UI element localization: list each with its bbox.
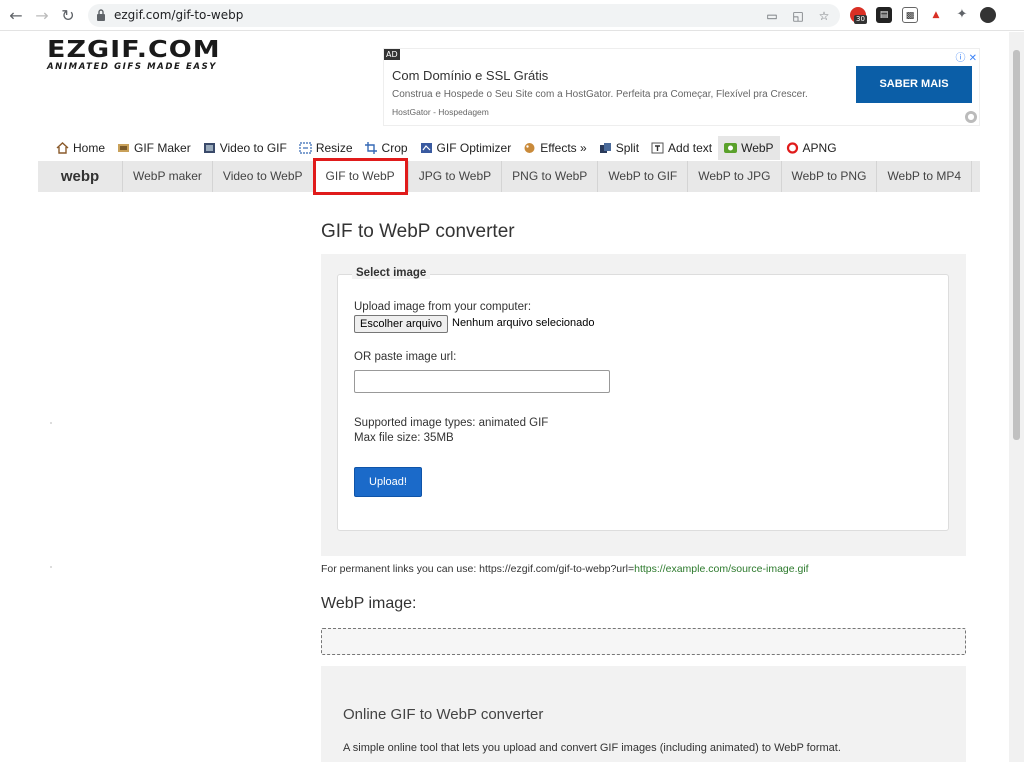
tab-webp-to-mp4[interactable]: WebP to MP4 <box>876 161 973 192</box>
webp-brand-text: webp <box>60 168 100 185</box>
info-text: A simple online tool that lets you uploa… <box>343 742 841 754</box>
permanent-link-example: https://example.com/source-image.gif <box>634 563 809 575</box>
nav-item-label: APNG <box>802 141 837 155</box>
bookmark-star-icon[interactable]: ☆ <box>816 8 832 24</box>
gif-maker-icon <box>118 144 130 152</box>
scrollbar-thumb[interactable] <box>1013 50 1020 440</box>
nav-item-label: Effects » <box>540 141 587 155</box>
nav-item-effects[interactable]: Effects » <box>517 136 592 160</box>
news-extension-icon[interactable]: ▤ <box>876 7 892 23</box>
qr-extension-icon[interactable]: ▩ <box>902 7 918 23</box>
lock-icon <box>97 9 105 21</box>
nav-item-label: Add text <box>668 141 713 155</box>
nav-item-label: GIF Optimizer <box>436 141 512 155</box>
ad-info-icon[interactable]: ● <box>965 111 977 123</box>
text-icon <box>651 142 664 154</box>
info-heading: Online GIF to WebP converter <box>343 706 544 723</box>
logo-tagline: ANIMATED GIFS MADE EASY <box>47 62 218 72</box>
tab-gif-to-webp[interactable]: GIF to WebP <box>312 158 408 195</box>
nav-item-label: Split <box>615 141 640 155</box>
main-nav: Home GIF Maker Video to GIF Resize Crop … <box>50 136 843 160</box>
nav-item-label: GIF Maker <box>134 141 191 155</box>
film-icon <box>203 143 215 153</box>
nav-item-home[interactable]: Home <box>50 136 111 160</box>
site-logo[interactable]: EZGIF.COM ANIMATED GIFS MADE EASY <box>47 36 221 72</box>
nav-item-video-to-gif[interactable]: Video to GIF <box>197 136 293 160</box>
optimizer-icon <box>420 143 432 153</box>
nav-item-webp[interactable]: WebP <box>718 136 780 160</box>
supported-types: Supported image types: animated GIF <box>354 417 549 429</box>
nav-item-apng[interactable]: APNG <box>780 136 843 160</box>
nav-item-resize[interactable]: Resize <box>293 136 359 160</box>
cast-icon[interactable]: ▭ <box>764 8 780 24</box>
url-text: ezgif.com/gif-to-webp <box>114 8 244 22</box>
upload-button[interactable]: Upload! <box>354 467 422 497</box>
forward-icon[interactable]: → <box>32 6 52 26</box>
url-label: OR paste image url: <box>354 351 457 363</box>
info-section: Online GIF to WebP converter A simple on… <box>321 666 966 762</box>
nav-item-gif-maker[interactable]: GIF Maker <box>111 136 197 160</box>
nav-item-label: Video to GIF <box>219 141 287 155</box>
ad-title[interactable]: Com Domínio e SSL Grátis <box>392 68 548 83</box>
page-title: GIF to WebP converter <box>321 221 515 242</box>
apng-icon <box>786 142 798 154</box>
ad-tag: AD <box>384 49 400 60</box>
profile-avatar-icon[interactable] <box>980 7 996 23</box>
logo-name: EZGIF.COM <box>47 36 221 63</box>
nav-item-crop[interactable]: Crop <box>359 136 414 160</box>
max-file-size: Max file size: 35MB <box>354 432 454 444</box>
home-icon <box>56 142 69 154</box>
tab-png-to-webp[interactable]: PNG to WebP <box>501 161 597 192</box>
nav-item-label: WebP <box>741 141 774 155</box>
upload-panel: Select image Upload image from your comp… <box>321 254 966 556</box>
webp-sub-nav: webp WebP maker Video to WebP GIF to Web… <box>38 158 980 195</box>
puzzle-extensions-icon[interactable]: ✦ <box>954 7 970 23</box>
crop-icon <box>364 142 377 154</box>
tab-webp-to-jpg[interactable]: WebP to JPG <box>687 161 780 192</box>
decorative-dot <box>50 422 52 424</box>
webp-brand-logo[interactable]: webp <box>38 161 122 192</box>
browser-toolbar: ← → ↻ ezgif.com/gif-to-webp ▭ ◱ ☆ 30 ▤ ▩… <box>0 0 1024 31</box>
choose-file-button[interactable]: Escolher arquivo <box>354 315 448 333</box>
scrollbar[interactable] <box>1009 32 1024 762</box>
reload-icon[interactable]: ↻ <box>58 6 78 26</box>
webp-icon <box>724 143 738 153</box>
ad-banner[interactable]: AD Com Domínio e SSL Grátis Construa e H… <box>383 48 980 126</box>
ad-cta-button[interactable]: SABER MAIS <box>856 66 972 103</box>
fieldset-legend: Select image <box>352 267 431 279</box>
nav-item-gif-optimizer[interactable]: GIF Optimizer <box>414 136 518 160</box>
permanent-link-prefix: For permanent links you can use: https:/… <box>321 563 635 575</box>
nav-item-add-text[interactable]: Add text <box>645 136 718 160</box>
nav-item-label: Home <box>73 141 106 155</box>
address-bar[interactable]: ezgif.com/gif-to-webp ▭ ◱ ☆ <box>88 4 840 27</box>
output-heading: WebP image: <box>321 595 417 612</box>
file-status: Nenhum arquivo selecionado <box>452 317 595 329</box>
split-icon <box>599 143 611 153</box>
back-icon[interactable]: ← <box>6 6 26 26</box>
nav-item-label: Crop <box>381 141 408 155</box>
translate-icon[interactable]: ◱ <box>790 8 806 24</box>
tab-webp-to-png[interactable]: WebP to PNG <box>780 161 877 192</box>
nav-item-split[interactable]: Split <box>593 136 645 160</box>
tab-video-to-webp[interactable]: Video to WebP <box>211 161 313 192</box>
upload-label: Upload image from your computer: <box>354 301 532 313</box>
extension-badge-count: 30 <box>854 15 867 24</box>
image-url-input[interactable] <box>354 370 610 393</box>
ad-close-icon[interactable]: ⓘ ✕ <box>955 49 977 64</box>
extension-badge-icon[interactable]: 30 <box>850 7 867 24</box>
tab-jpg-to-webp[interactable]: JPG to WebP <box>407 161 501 192</box>
output-image-area <box>321 628 966 655</box>
ad-description: Construa e Hospede o Seu Site com a Host… <box>392 89 808 100</box>
ad-host: HostGator - Hospedagem <box>392 107 489 117</box>
tab-webp-to-gif[interactable]: WebP to GIF <box>597 161 687 192</box>
effects-icon <box>524 143 535 153</box>
select-image-fieldset: Select image Upload image from your comp… <box>337 267 949 531</box>
resize-icon <box>299 142 312 154</box>
permanent-link-hint: For permanent links you can use: https:/… <box>321 563 809 575</box>
fire-extension-icon[interactable]: ▲ <box>928 7 944 23</box>
nav-item-label: Resize <box>315 141 353 155</box>
decorative-dot <box>50 566 52 568</box>
tab-webp-maker[interactable]: WebP maker <box>122 161 212 192</box>
